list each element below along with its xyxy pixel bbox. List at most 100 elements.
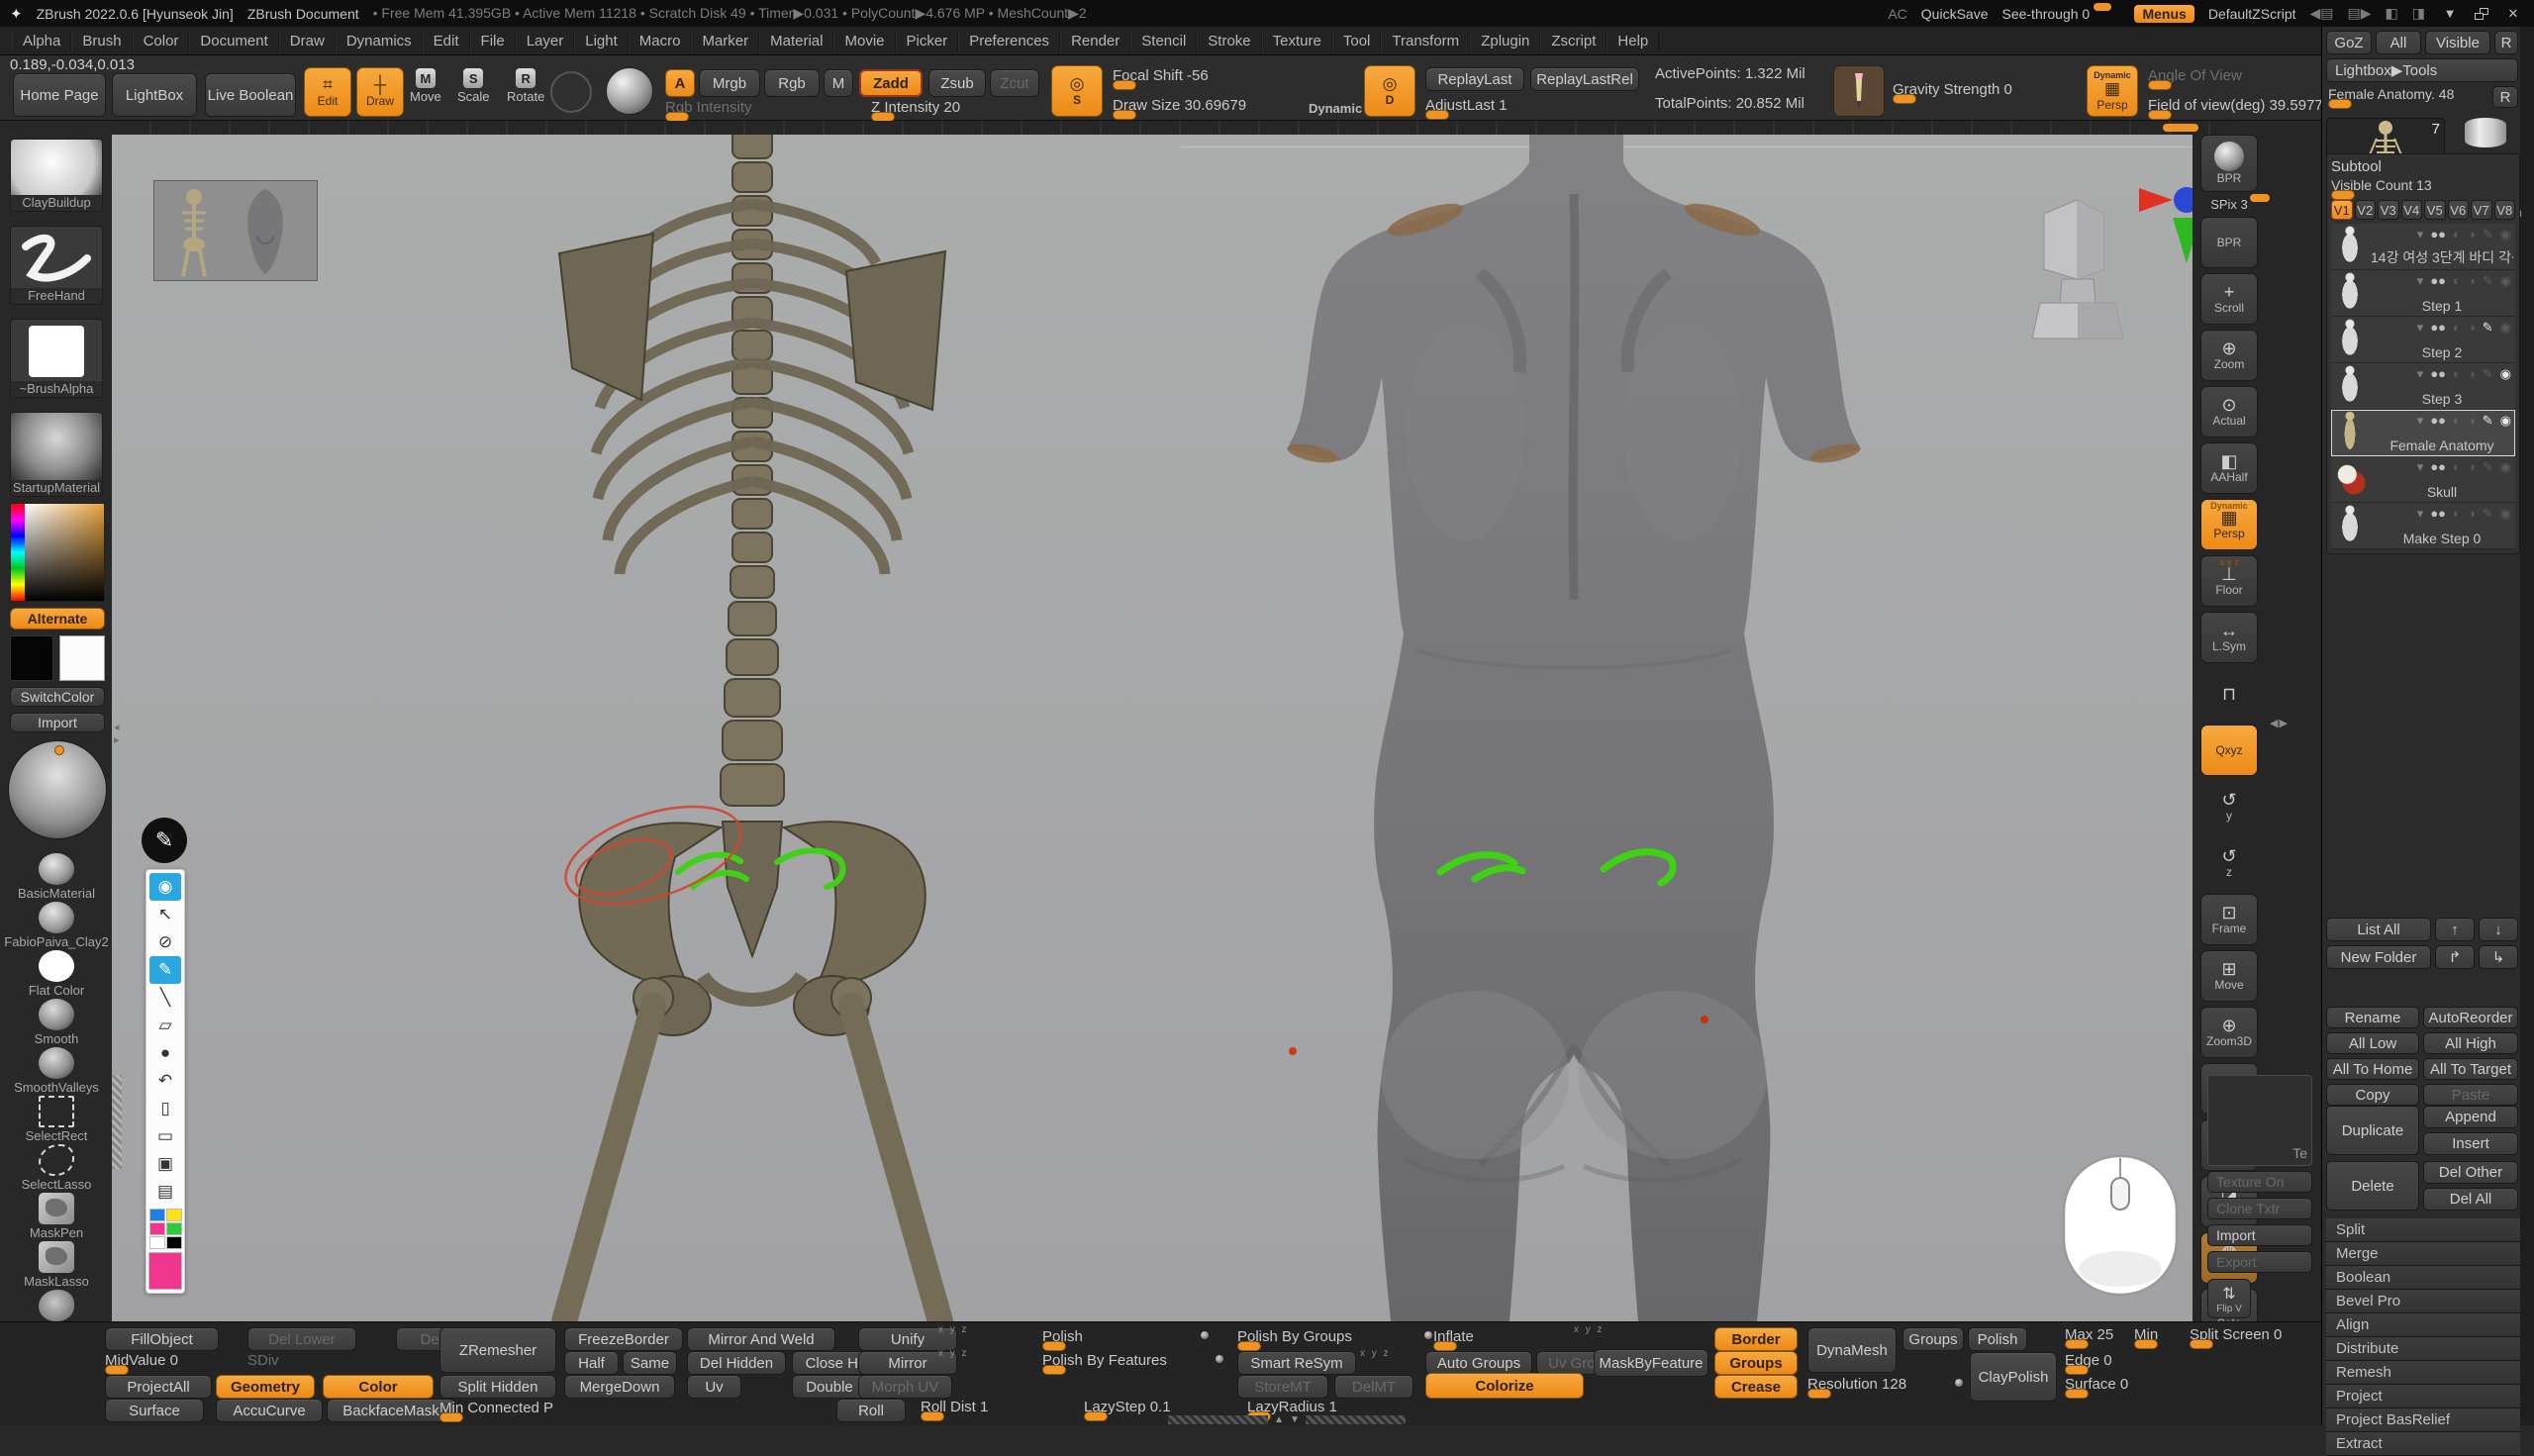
goz-button[interactable]: GoZ: [2326, 31, 2372, 54]
timeline-strip[interactable]: [112, 121, 2240, 135]
accu-curve-button[interactable]: AccuCurve: [216, 1399, 323, 1422]
menu-item-11[interactable]: Marker: [691, 30, 759, 52]
home-page-button[interactable]: Home Page: [13, 73, 106, 117]
bottom-scroll-control[interactable]: ▲▼: [1168, 1413, 1406, 1425]
tool-current-slider[interactable]: Female Anatomy. 48: [2328, 86, 2485, 103]
texture-row-2-button[interactable]: Import: [2207, 1224, 2312, 1246]
focal-shift-slider[interactable]: Focal Shift -56: [1113, 67, 1286, 84]
roll-dist-slider[interactable]: Roll Dist 1: [921, 1399, 1069, 1415]
annotation-toolbar[interactable]: ✎ ◉ ↖ ⊘ ✎: [140, 818, 191, 1294]
material-item-4[interactable]: SmoothValleys: [8, 1047, 105, 1095]
half-button[interactable]: Half: [564, 1351, 619, 1375]
uv-icon[interactable]: ◑: [2468, 273, 2476, 289]
right-shelf-8-button[interactable]: ⊓: [2200, 668, 2258, 720]
menu-item-20[interactable]: Tool: [1332, 30, 1382, 52]
material-item-2[interactable]: Flat Color: [8, 950, 105, 998]
polypaint-icon[interactable]: ●●: [2430, 320, 2446, 336]
left-divider-arrows[interactable]: ◂▸: [114, 721, 121, 746]
annot-color-swatch[interactable]: [149, 1222, 165, 1235]
menu-item-2[interactable]: Color: [133, 30, 190, 52]
replay-last-button[interactable]: ReplayLast: [1425, 67, 1524, 91]
move-up-button[interactable]: ↑: [2435, 918, 2475, 941]
annotation-pen-logo[interactable]: ✎: [142, 818, 187, 863]
all-button[interactable]: All: [2376, 31, 2421, 54]
clay-polish-button[interactable]: ClayPolish: [1970, 1352, 2057, 1402]
menu-item-19[interactable]: Texture: [1262, 30, 1332, 52]
angle-of-view-slider[interactable]: Angle Of View: [2148, 67, 2311, 84]
eye-icon[interactable]: ◉: [2500, 273, 2511, 289]
rgb-button[interactable]: Rgb: [764, 69, 820, 97]
tray-pair-0-right[interactable]: AutoReorder: [2423, 1007, 2518, 1028]
new-folder-button[interactable]: New Folder: [2326, 945, 2431, 969]
subtool-row-2[interactable]: ▾ ●● ◐ ◑ ✎ ◉ Step 2: [2331, 317, 2515, 363]
tray-toggle-left-icon[interactable]: ◀▤: [2310, 5, 2334, 22]
project-all-button[interactable]: ProjectAll: [105, 1375, 212, 1399]
color-button[interactable]: Color: [323, 1375, 434, 1399]
annot-color-swatch[interactable]: [149, 1209, 165, 1221]
polypaint-icon[interactable]: ●●: [2430, 506, 2446, 522]
insert-button[interactable]: Insert: [2423, 1132, 2518, 1155]
material-item-3[interactable]: Smooth: [8, 999, 105, 1046]
subtool-row-6[interactable]: ▾ ●● ◐ ◑ ✎ ◉ Make Step 0: [2331, 503, 2515, 549]
annot-tool-2-icon[interactable]: ⊘: [149, 928, 181, 956]
stroke-icon[interactable]: ◎S: [1051, 65, 1103, 117]
geometry-button[interactable]: Geometry: [216, 1375, 315, 1399]
material-item-1[interactable]: FabioPaiva_Clay2: [8, 902, 105, 949]
same-button[interactable]: Same: [623, 1351, 677, 1375]
del-hidden-button[interactable]: Del Hidden: [687, 1351, 786, 1375]
subtool-folder-icon[interactable]: ▾: [2417, 459, 2424, 475]
tray-list-0-button[interactable]: Split: [2326, 1218, 2520, 1242]
sculptris-pro-button[interactable]: [550, 71, 592, 113]
min-slider[interactable]: Min: [2134, 1326, 2180, 1343]
mid-value-slider[interactable]: MidValue 0: [105, 1352, 219, 1369]
m-button[interactable]: M: [824, 69, 853, 97]
max-angle-slider[interactable]: Max 25: [2065, 1326, 2126, 1343]
polypaint-off-icon[interactable]: ◐: [2453, 227, 2461, 243]
tray-divider-arrows[interactable]: ◀▶: [2270, 717, 2289, 729]
menu-item-12[interactable]: Material: [759, 30, 833, 52]
rotate-button[interactable]: R Rotate: [507, 68, 544, 104]
menu-item-13[interactable]: Movie: [833, 30, 895, 52]
r-button[interactable]: R: [2494, 31, 2518, 54]
replay-last-rel-button[interactable]: ReplayLastRel: [1530, 67, 1639, 91]
see-through-nub[interactable]: [2094, 3, 2111, 11]
material-item-0[interactable]: BasicMaterial: [8, 853, 105, 901]
annot-tool-3-icon[interactable]: ✎: [149, 956, 181, 984]
gravity-pencil-icon[interactable]: [1833, 65, 1885, 117]
right-shelf-0-button[interactable]: BPR: [2200, 217, 2258, 268]
mask-by-feature-button[interactable]: MaskByFeature: [1594, 1349, 1708, 1377]
right-shelf-3-button[interactable]: ⊙ Actual: [2200, 386, 2258, 437]
right-shelf-10-button[interactable]: ↺ y: [2200, 781, 2258, 832]
material-item-5[interactable]: SelectRect: [8, 1096, 105, 1143]
tray-list-2-button[interactable]: Boolean: [2326, 1266, 2520, 1290]
subtool-folder-icon[interactable]: ▾: [2417, 273, 2424, 289]
texture-slot[interactable]: Te: [2207, 1075, 2312, 1166]
smart-resym-button[interactable]: Smart ReSym: [1237, 1351, 1356, 1375]
sdiv-slider[interactable]: SDiv: [247, 1352, 436, 1369]
right-shelf-5-button[interactable]: Dynamic ▦ Persp: [2200, 499, 2258, 550]
tray-list-1-button[interactable]: Merge: [2326, 1242, 2520, 1266]
subtool-tab-5[interactable]: V6: [2448, 200, 2470, 220]
resolution-slider[interactable]: Resolution 128: [1807, 1376, 1946, 1393]
uv-icon[interactable]: ◑: [2468, 413, 2476, 429]
polypaint-icon[interactable]: ●●: [2430, 413, 2446, 429]
default-zscript-button[interactable]: DefaultZScript: [2208, 6, 2296, 22]
texture-row-0-button[interactable]: Texture On: [2207, 1171, 2312, 1193]
tray-list-7-button[interactable]: Project: [2326, 1385, 2520, 1408]
alpha-thumb-brushalpha[interactable]: ~BrushAlpha: [10, 319, 103, 398]
lightbox-button[interactable]: LightBox: [112, 73, 197, 117]
tray-pair-2-right[interactable]: All To Target: [2423, 1058, 2518, 1080]
duplicate-button[interactable]: Duplicate: [2326, 1106, 2419, 1155]
annot-tool-9-icon[interactable]: ▭: [149, 1122, 181, 1150]
main-color-swatch[interactable]: [10, 635, 53, 681]
min-connected-slider[interactable]: Min Connected P: [439, 1400, 568, 1416]
annot-tool-0-icon[interactable]: ◉: [149, 873, 181, 901]
material-thumb-startup[interactable]: StartupMaterial: [10, 412, 103, 497]
brush-thumb-claybuildup[interactable]: ClayBuildup: [10, 139, 103, 212]
uv-icon[interactable]: ◑: [2468, 320, 2476, 336]
menu-item-9[interactable]: Light: [574, 30, 629, 52]
right-shelf-9-button[interactable]: Qxyz: [2200, 725, 2258, 776]
brush-icon[interactable]: ✎: [2483, 320, 2493, 336]
annot-color-swatch[interactable]: [166, 1236, 182, 1249]
colorize-button[interactable]: Colorize: [1425, 1373, 1584, 1399]
